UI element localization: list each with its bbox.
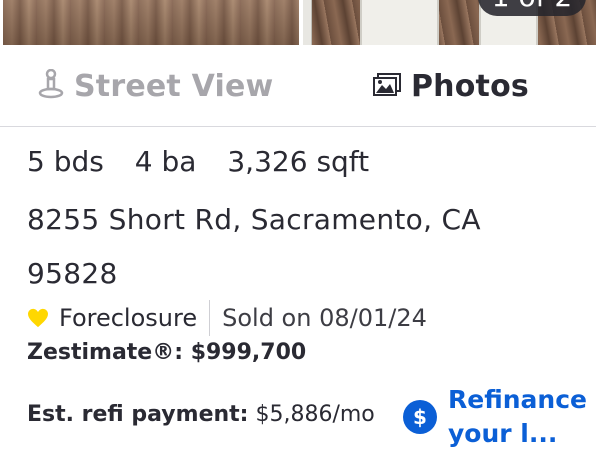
status-divider — [209, 300, 211, 336]
view-tabs: Street View Photos — [0, 46, 596, 127]
counter-edge — [303, 0, 312, 45]
sqft-fact: 3,326 sqft — [227, 145, 369, 178]
listing-photo-1[interactable] — [3, 0, 299, 45]
cabinet-shape — [360, 0, 439, 45]
photo-carousel[interactable]: 1 of 2 — [0, 0, 596, 46]
baths-label: ba — [161, 145, 197, 178]
status-type-label: Foreclosure — [59, 304, 198, 332]
zestimate-value: Zestimate®: $999,700 — [27, 340, 307, 365]
refi-label: Est. refi payment: — [27, 402, 249, 427]
photo-gallery-icon — [373, 72, 401, 100]
tab-street-view[interactable]: Street View — [38, 46, 273, 126]
refinance-link[interactable]: $ Refinance your l... — [403, 383, 596, 448]
dollar-icon: $ — [403, 400, 437, 434]
property-address: 8255 Short Rd, Sacramento, CA 95828 — [27, 203, 481, 290]
heart-icon — [28, 308, 48, 328]
baths-fact: 4 ba — [135, 145, 197, 178]
home-facts: 5 bds 4 ba 3,326 sqft — [27, 145, 391, 178]
photo-counter-badge: 1 of 2 — [478, 0, 586, 16]
street-view-label: Street View — [74, 68, 274, 104]
tab-photos[interactable]: Photos — [373, 46, 529, 126]
refi-payment: Est. refi payment: $5,886/mo — [27, 402, 375, 427]
refi-value: $5,886/mo — [255, 402, 375, 427]
sold-date-text: Sold on 08/01/24 — [222, 304, 427, 332]
beds-label: bds — [53, 145, 104, 178]
sqft-value: 3,326 — [227, 145, 308, 178]
baths-value: 4 — [134, 145, 153, 178]
street-view-person-icon — [38, 68, 64, 103]
sqft-label: sqft — [316, 145, 370, 178]
photos-label: Photos — [411, 68, 529, 104]
refinance-link-text[interactable]: Refinance your l... — [448, 383, 593, 451]
listing-status: Foreclosure Sold on 08/01/24 — [27, 300, 427, 336]
beds-fact: 5 bds — [27, 145, 104, 178]
beds-value: 5 — [27, 145, 45, 178]
